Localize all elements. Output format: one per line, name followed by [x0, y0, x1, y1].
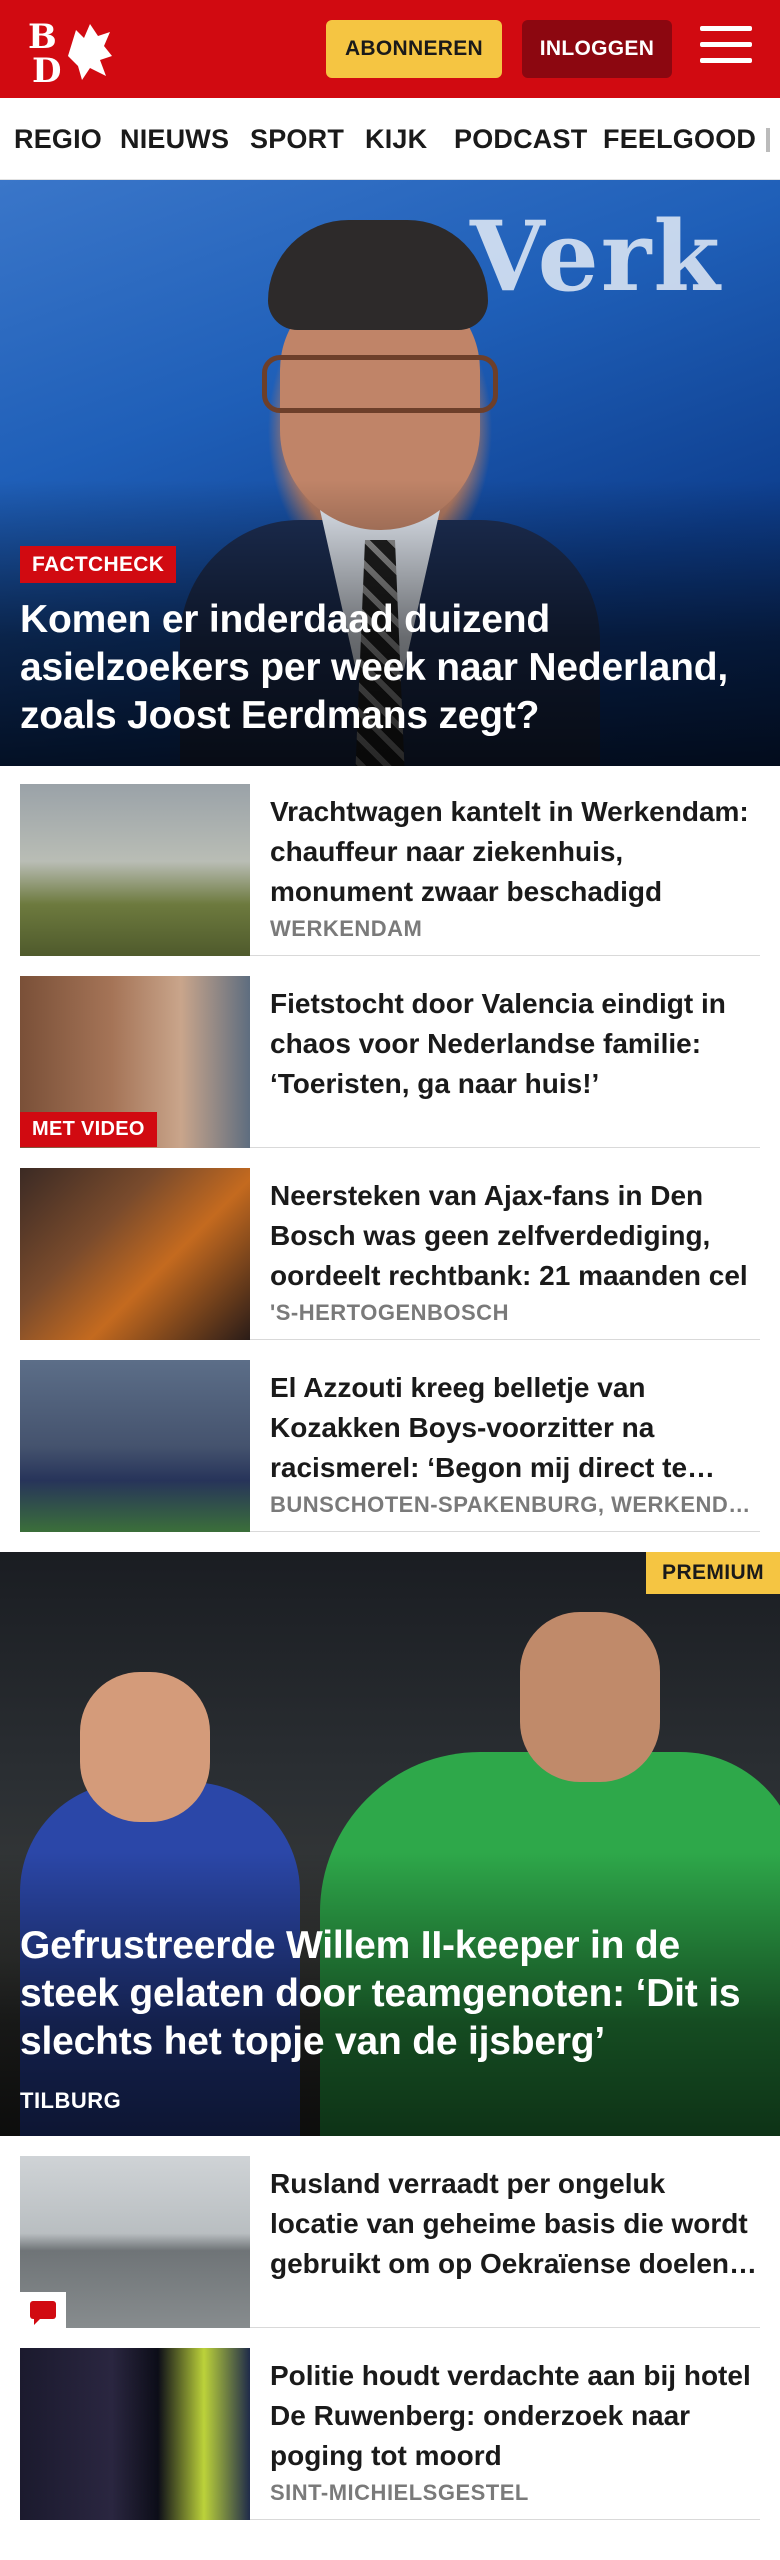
hero-image-glasses	[262, 355, 498, 413]
article-location: WERKENDAM	[270, 916, 423, 941]
nav-overflow-indicator	[766, 128, 770, 152]
article-item[interactable]: El Azzouti kreeg belletje van Kozakken B…	[20, 1360, 760, 1532]
article-item[interactable]: Rusland verraadt per ongeluk locatie van…	[20, 2156, 760, 2328]
article-thumbnail	[20, 2348, 250, 2520]
article-location: BUNSCHOTEN-SPAKENBURG, WERKENDAM	[270, 1492, 760, 1517]
hero-background-text: Verk	[470, 200, 722, 313]
article-location: SINT-MICHIELSGESTEL	[270, 2480, 529, 2505]
nav-item-kijk[interactable]: KIJK	[365, 124, 427, 155]
article-item[interactable]: Neersteken van Ajax-fans in Den Bosch wa…	[20, 1168, 760, 1340]
nav-item-podcast[interactable]: PODCAST	[454, 124, 587, 155]
feature-location: TILBURG	[20, 2088, 122, 2113]
comment-icon	[20, 2292, 66, 2328]
section-nav: REGIO NIEUWS SPORT KIJK PODCAST FEELGOOD	[0, 98, 780, 180]
factcheck-tag: FACTCHECK	[20, 546, 177, 583]
article-headline[interactable]: Vrachtwagen kantelt in Werkendam: chauff…	[270, 792, 760, 912]
article-item[interactable]: MET VIDEO Fietstocht door Valencia eindi…	[20, 976, 760, 1148]
hero-headline[interactable]: Komen er inderdaad duizend asielzoekers …	[20, 596, 760, 740]
hero-image-hair	[268, 220, 488, 330]
article-headline[interactable]: Politie houdt verdachte aan bij hotel De…	[270, 2356, 760, 2476]
feature-headline[interactable]: Gefrustreerde Willem II-keeper in de ste…	[20, 1922, 760, 2066]
subscribe-button[interactable]: ABONNEREN	[326, 20, 502, 78]
article-headline[interactable]: Fietstocht door Valencia eindigt in chao…	[270, 984, 760, 1104]
bd-logo-icon[interactable]: B D	[28, 16, 116, 84]
article-headline[interactable]: Rusland verraadt per ongeluk locatie van…	[270, 2164, 760, 2284]
hamburger-menu-icon[interactable]	[700, 26, 752, 72]
hero-article[interactable]: Verk FACTCHECK Komen er inderdaad duizen…	[0, 180, 780, 766]
feature-image-head-right	[520, 1612, 660, 1782]
top-header: B D ABONNEREN INLOGGEN	[0, 0, 780, 98]
nav-item-feelgood[interactable]: FEELGOOD	[603, 124, 756, 155]
article-headline[interactable]: El Azzouti kreeg belletje van Kozakken B…	[270, 1368, 760, 1488]
article-thumbnail	[20, 1168, 250, 1340]
article-item[interactable]: Politie houdt verdachte aan bij hotel De…	[20, 2348, 760, 2520]
premium-badge: PREMIUM	[646, 1552, 780, 1594]
article-headline[interactable]: Neersteken van Ajax-fans in Den Bosch wa…	[270, 1176, 760, 1296]
article-thumbnail	[20, 2156, 250, 2328]
svg-text:D: D	[32, 51, 61, 84]
article-item[interactable]: Vrachtwagen kantelt in Werkendam: chauff…	[20, 784, 760, 956]
article-thumbnail	[20, 1360, 250, 1532]
feature-image-head-left	[80, 1672, 210, 1822]
nav-item-nieuws[interactable]: NIEUWS	[120, 124, 229, 155]
article-thumbnail	[20, 784, 250, 956]
nav-item-sport[interactable]: SPORT	[250, 124, 344, 155]
video-badge: MET VIDEO	[20, 1112, 157, 1147]
article-thumbnail: MET VIDEO	[20, 976, 250, 1148]
nav-item-regio[interactable]: REGIO	[14, 124, 102, 155]
login-button[interactable]: INLOGGEN	[522, 20, 672, 78]
article-location: 'S-HERTOGENBOSCH	[270, 1300, 509, 1325]
premium-feature-article[interactable]: PREMIUM Gefrustreerde Willem II-keeper i…	[0, 1552, 780, 2136]
